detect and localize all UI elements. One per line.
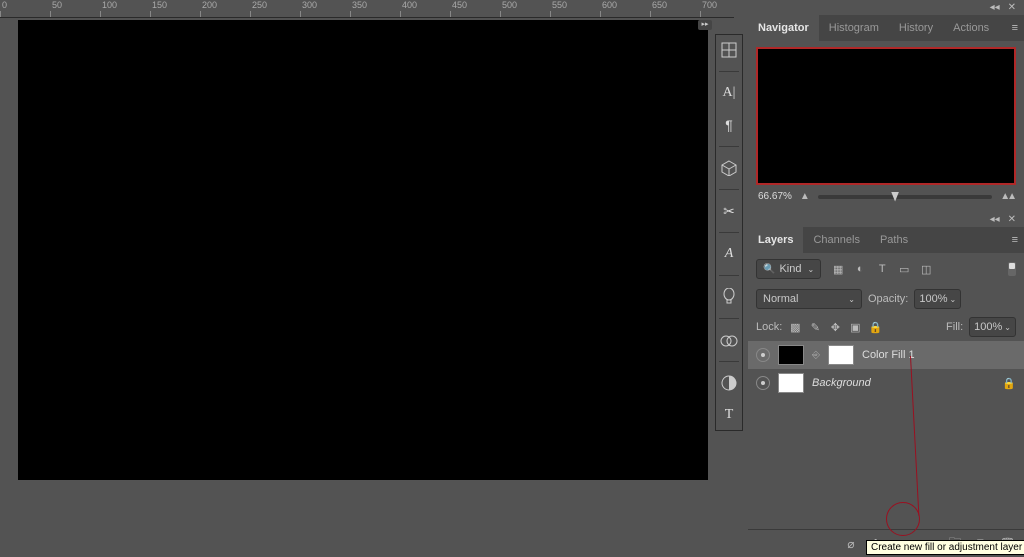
- layers-list: ⎆ Color Fill 1 Background 🔒: [748, 341, 1024, 529]
- cube-icon[interactable]: [718, 157, 740, 179]
- fill-input[interactable]: 100% ⌄: [969, 317, 1016, 337]
- lock-artboard-icon[interactable]: ▣: [848, 321, 862, 334]
- collapse-icon[interactable]: ◂◂: [990, 214, 1000, 225]
- panel-controls-mid: ◂◂ ✕: [748, 212, 1024, 227]
- filter-kind-label: Kind: [779, 263, 801, 275]
- layers-tabs: Layers Channels Paths ≡: [748, 227, 1024, 253]
- close-icon[interactable]: ✕: [1008, 214, 1016, 225]
- close-icon[interactable]: ✕: [1008, 2, 1016, 13]
- chevron-down-icon: ⌄: [1004, 323, 1011, 332]
- half-circle-icon[interactable]: [718, 372, 740, 394]
- layer-thumbnail[interactable]: [778, 373, 804, 393]
- collapse-panels-button[interactable]: ▸▸: [698, 20, 712, 30]
- layer-name[interactable]: Background: [812, 377, 871, 389]
- ruler-horizontal: 0501001502002503003504004505005506006507…: [0, 0, 734, 18]
- panel-menu-icon[interactable]: ≡: [1012, 234, 1018, 246]
- lock-pixels-icon[interactable]: ✎: [808, 321, 822, 334]
- navigator-tabs: Navigator Histogram History Actions ≡: [748, 15, 1024, 41]
- navigator-preview[interactable]: [756, 47, 1016, 185]
- layer-filter-row: 🔍 Kind ⌄ ▦ ◐ T ▭ ◫: [748, 253, 1024, 285]
- layer-mask-thumbnail[interactable]: [828, 345, 854, 365]
- bulb-icon[interactable]: [718, 286, 740, 308]
- paragraph-icon[interactable]: ¶: [718, 114, 740, 136]
- zoom-percentage[interactable]: 66.67%: [758, 191, 792, 202]
- lock-row: Lock: ▩ ✎ ✥ ▣ 🔒 Fill: 100% ⌄: [748, 313, 1024, 341]
- visibility-toggle[interactable]: [756, 348, 770, 362]
- tab-history[interactable]: History: [889, 15, 943, 41]
- document-canvas[interactable]: [18, 20, 708, 480]
- panel-menu-icon[interactable]: ≡: [1012, 22, 1018, 34]
- collapse-icon[interactable]: ◂◂: [990, 2, 1000, 13]
- scissors-icon[interactable]: ✂: [718, 200, 740, 222]
- layer-row[interactable]: ⎆ Color Fill 1: [748, 341, 1024, 369]
- filter-type-icons: ▦ ◐ T ▭ ◫: [831, 263, 933, 276]
- visibility-toggle[interactable]: [756, 376, 770, 390]
- tab-channels[interactable]: Channels: [803, 227, 869, 253]
- tooltip: Create new fill or adjustment layer: [866, 540, 1024, 555]
- filter-adjustment-icon[interactable]: ◐: [853, 263, 867, 276]
- zoom-slider[interactable]: [818, 195, 992, 199]
- tab-layers[interactable]: Layers: [748, 227, 803, 253]
- align-left-icon[interactable]: A|: [718, 82, 740, 104]
- blend-mode-value: Normal: [763, 293, 798, 305]
- opacity-input[interactable]: 100% ⌄: [914, 289, 961, 309]
- creative-cloud-icon[interactable]: [718, 329, 740, 351]
- tab-navigator[interactable]: Navigator: [748, 15, 819, 41]
- tab-histogram[interactable]: Histogram: [819, 15, 889, 41]
- tab-actions[interactable]: Actions: [943, 15, 999, 41]
- blend-mode-row: Normal ⌄ Opacity: 100% ⌄: [748, 285, 1024, 313]
- filter-pixel-icon[interactable]: ▦: [831, 263, 845, 276]
- layer-name[interactable]: Color Fill 1: [862, 349, 915, 361]
- panel-controls-top: ◂◂ ✕: [748, 0, 1024, 15]
- layer-thumbnail[interactable]: [778, 345, 804, 365]
- chevron-down-icon: ⌄: [848, 295, 855, 304]
- lock-position-icon[interactable]: ✥: [828, 321, 842, 334]
- zoom-in-icon[interactable]: ▲▲: [1000, 191, 1014, 202]
- link-layers-icon[interactable]: ⌀: [844, 537, 858, 551]
- fill-label: Fill:: [946, 321, 963, 333]
- lock-label: Lock:: [756, 321, 782, 333]
- lock-transparent-icon[interactable]: ▩: [788, 321, 802, 334]
- type-icon[interactable]: T: [718, 404, 740, 426]
- right-panel-column: ◂◂ ✕ Navigator Histogram History Actions…: [748, 0, 1024, 557]
- lock-all-icon[interactable]: 🔒: [868, 321, 882, 334]
- glyph-icon[interactable]: A: [718, 243, 740, 265]
- options-strip: A| ¶ ✂ A T: [715, 34, 743, 431]
- blend-mode-dropdown[interactable]: Normal ⌄: [756, 289, 862, 309]
- filter-shape-icon[interactable]: ▭: [897, 263, 911, 276]
- fill-value: 100%: [974, 321, 1002, 333]
- zoom-out-icon[interactable]: ▲: [800, 191, 810, 202]
- opacity-value: 100%: [919, 293, 947, 305]
- filter-type-icon[interactable]: T: [875, 263, 889, 276]
- opacity-label: Opacity:: [868, 293, 908, 305]
- filter-smart-icon[interactable]: ◫: [919, 263, 933, 276]
- lock-icon: 🔒: [1002, 377, 1016, 390]
- chevron-down-icon: ⌄: [807, 265, 814, 274]
- chevron-down-icon: ⌄: [950, 295, 957, 304]
- search-icon: 🔍: [763, 264, 775, 275]
- layers-body: 🔍 Kind ⌄ ▦ ◐ T ▭ ◫ Normal ⌄ Opacity: 100…: [748, 253, 1024, 557]
- navigator-body: 66.67% ▲ ▲▲: [748, 41, 1024, 212]
- link-mask-icon[interactable]: ⎆: [812, 350, 820, 361]
- filter-kind-dropdown[interactable]: 🔍 Kind ⌄: [756, 259, 821, 279]
- layer-row[interactable]: Background 🔒: [748, 369, 1024, 397]
- filter-toggle[interactable]: [1008, 262, 1016, 276]
- tab-paths[interactable]: Paths: [870, 227, 918, 253]
- grid-icon[interactable]: [718, 39, 740, 61]
